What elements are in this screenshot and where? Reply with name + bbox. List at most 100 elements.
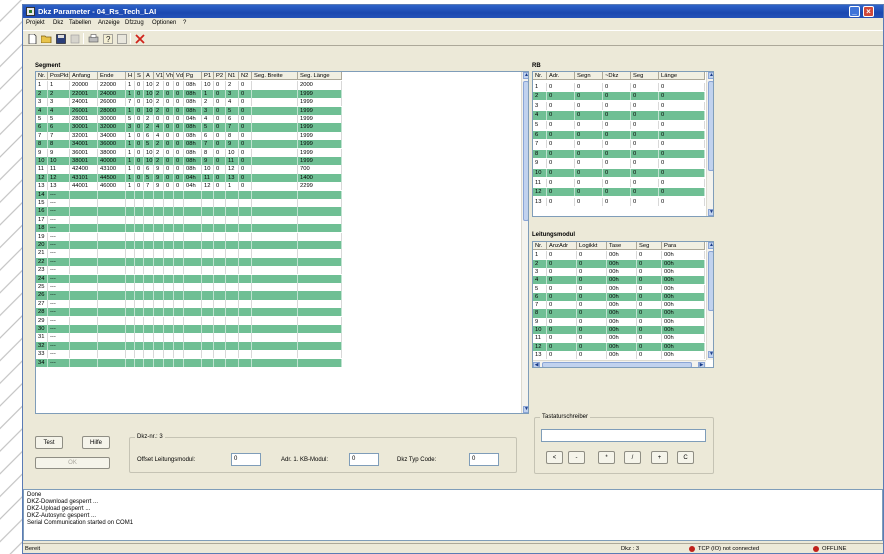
table-cell[interactable]: 2 (154, 140, 164, 149)
table-cell[interactable]: 1999 (298, 131, 342, 140)
table-cell[interactable] (98, 190, 126, 199)
table-cell[interactable]: 34001 (70, 140, 98, 149)
table-cell[interactable] (202, 316, 214, 325)
table-cell[interactable]: 0 (547, 121, 575, 130)
table-cell[interactable]: 6 (533, 292, 547, 301)
column-header[interactable]: Nr. (533, 72, 547, 81)
table-cell[interactable] (239, 199, 252, 208)
table-cell[interactable]: 20000 (70, 81, 98, 90)
table-row[interactable]: 22 --- (36, 257, 342, 266)
table-row[interactable]: 8 0 0 00h 0 00h (533, 309, 705, 318)
table-cell[interactable]: 5 (202, 123, 214, 132)
table-cell[interactable]: 0 (631, 178, 659, 187)
table-cell[interactable] (174, 325, 184, 334)
table-cell[interactable] (126, 266, 135, 275)
table-cell[interactable] (174, 333, 184, 342)
table-cell[interactable] (239, 257, 252, 266)
table-cell[interactable]: 1 (126, 148, 135, 157)
table-cell[interactable]: 0 (239, 115, 252, 124)
table-cell[interactable]: 0 (164, 115, 174, 124)
table-cell[interactable]: 0 (547, 326, 577, 335)
table-cell[interactable]: 0 (577, 350, 607, 360)
table-cell[interactable]: 1999 (298, 98, 342, 107)
table-cell[interactable] (202, 257, 214, 266)
table-row[interactable]: 13 13 44001 46000 1 0 7 9 0 0 04h 12 0 1 0 2299 (36, 182, 342, 191)
table-row[interactable]: 29 --- (36, 316, 342, 325)
table-cell[interactable] (298, 350, 342, 359)
table-cell[interactable]: 9 (154, 173, 164, 182)
table-cell[interactable]: 0 (547, 292, 577, 301)
table-cell[interactable]: 7 (533, 301, 547, 310)
table-cell[interactable]: 00h (662, 334, 705, 343)
table-cell[interactable]: 00h (662, 326, 705, 335)
table-cell[interactable] (135, 190, 144, 199)
table-cell[interactable] (252, 173, 298, 182)
table-row[interactable]: 23 --- (36, 266, 342, 275)
table-cell[interactable]: 10 (144, 89, 154, 98)
table-row[interactable]: 400000 (533, 111, 705, 120)
table-cell[interactable] (126, 350, 135, 359)
table-cell[interactable] (154, 299, 164, 308)
table-cell[interactable] (70, 199, 98, 208)
table-cell[interactable]: 0 (637, 284, 662, 293)
table-cell[interactable]: --- (48, 257, 70, 266)
table-cell[interactable]: 0 (631, 92, 659, 101)
table-cell[interactable] (298, 257, 342, 266)
table-cell[interactable] (202, 308, 214, 317)
table-cell[interactable]: 0 (135, 140, 144, 149)
table-cell[interactable]: 0 (135, 131, 144, 140)
table-cell[interactable] (70, 215, 98, 224)
table-cell[interactable]: 11 (533, 334, 547, 343)
table-cell[interactable]: 0 (575, 111, 603, 120)
table-cell[interactable] (144, 299, 154, 308)
table-cell[interactable]: 0 (174, 131, 184, 140)
table-cell[interactable] (202, 325, 214, 334)
table-cell[interactable] (252, 140, 298, 149)
table-cell[interactable]: 10 (144, 148, 154, 157)
table-cell[interactable] (239, 350, 252, 359)
table-cell[interactable] (214, 333, 226, 342)
table-row[interactable]: 5 0 0 00h 0 00h (533, 284, 705, 293)
table-cell[interactable]: --- (48, 266, 70, 275)
table-cell[interactable]: 00h (662, 301, 705, 310)
table-cell[interactable] (154, 316, 164, 325)
table-cell[interactable]: 0 (637, 267, 662, 277)
table-cell[interactable]: 0 (577, 276, 607, 285)
table-cell[interactable]: 10 (533, 326, 547, 335)
table-cell[interactable] (298, 266, 342, 275)
table-cell[interactable] (98, 350, 126, 359)
table-cell[interactable]: 0 (575, 169, 603, 178)
column-header[interactable]: Logikkt (577, 242, 607, 251)
table-cell[interactable]: 7 (36, 131, 48, 140)
table-row[interactable]: 200000 (533, 92, 705, 101)
key-minus-button[interactable]: - (568, 451, 585, 464)
table-cell[interactable] (252, 299, 298, 308)
table-cell[interactable]: 2000 (298, 81, 342, 90)
table-cell[interactable] (239, 274, 252, 283)
table-cell[interactable] (202, 299, 214, 308)
table-cell[interactable]: 3 (226, 89, 239, 98)
table-cell[interactable]: 0 (575, 101, 603, 110)
table-cell[interactable]: 0 (637, 317, 662, 326)
table-cell[interactable] (164, 350, 174, 359)
table-cell[interactable] (144, 190, 154, 199)
table-row[interactable]: 7 7 32001 34000 1 0 6 4 0 0 08h 6 0 8 0 1999 (36, 131, 342, 140)
table-cell[interactable] (298, 190, 342, 199)
table-cell[interactable]: 12 (48, 173, 70, 182)
table-cell[interactable]: 0 (547, 130, 575, 139)
table-cell[interactable] (154, 333, 164, 342)
table-cell[interactable] (174, 241, 184, 250)
table-cell[interactable]: 18 (36, 224, 48, 233)
table-cell[interactable]: 0 (659, 197, 705, 206)
column-header[interactable]: ~Dkz (603, 72, 631, 81)
table-cell[interactable] (202, 224, 214, 233)
table-cell[interactable]: 2 (154, 148, 164, 157)
table-cell[interactable]: 00h (662, 292, 705, 301)
table-cell[interactable] (202, 249, 214, 258)
table-cell[interactable] (214, 215, 226, 224)
column-header[interactable]: Seg (631, 72, 659, 81)
table-cell[interactable]: 00h (607, 309, 637, 318)
table-cell[interactable]: 08h (184, 123, 202, 132)
table-cell[interactable]: 12 (36, 173, 48, 182)
table-cell[interactable]: 0 (659, 101, 705, 110)
